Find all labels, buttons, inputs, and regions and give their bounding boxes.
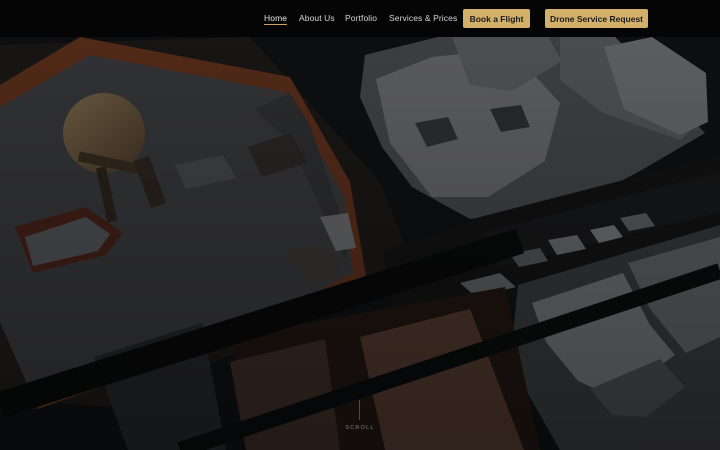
scroll-line	[359, 400, 360, 420]
nav-link-services-prices[interactable]: Services & Prices	[389, 13, 457, 23]
top-navigation-bar: Home About Us Portfolio Services & Price…	[0, 0, 720, 37]
main-navigation: Home About Us Portfolio Services & Price…	[0, 0, 720, 37]
nav-link-portfolio[interactable]: Portfolio	[345, 13, 377, 23]
page: Home About Us Portfolio Services & Price…	[0, 0, 720, 450]
hero-aerial-image	[0, 37, 720, 450]
book-flight-button[interactable]: Book a Flight	[463, 9, 530, 28]
nav-link-about-us[interactable]: About Us	[299, 13, 335, 23]
scroll-label: SCROLL	[345, 425, 375, 431]
scroll-indicator[interactable]: SCROLL	[340, 400, 380, 440]
drone-service-request-button[interactable]: Drone Service Request	[545, 9, 648, 28]
aerial-city-rooftops-image	[0, 37, 720, 450]
nav-link-home[interactable]: Home	[264, 13, 288, 25]
